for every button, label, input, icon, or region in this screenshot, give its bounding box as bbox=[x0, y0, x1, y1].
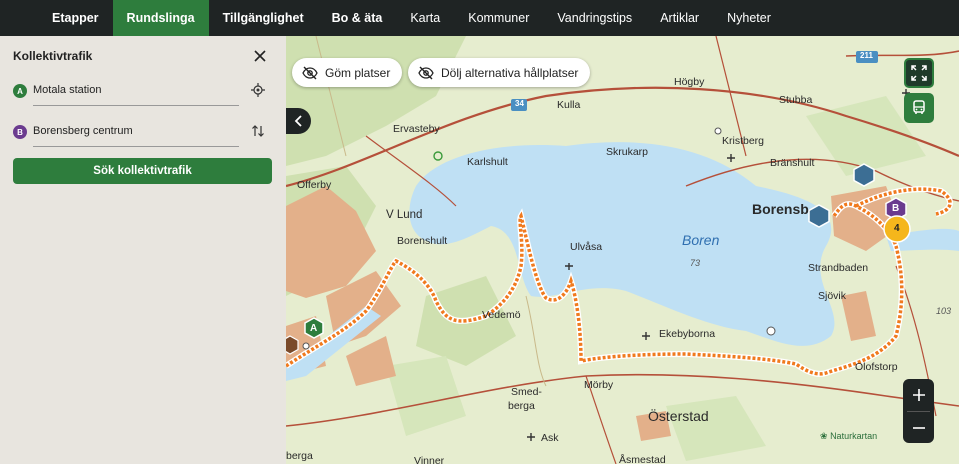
map-label: Ulvåsa bbox=[570, 241, 603, 253]
map-label: Kulla bbox=[557, 99, 581, 111]
map-label: Strandbaden bbox=[808, 262, 869, 274]
map-label: Åsmestad bbox=[619, 454, 666, 464]
expand-icon bbox=[911, 65, 927, 81]
map-label: Ask bbox=[541, 432, 559, 444]
bathing-marker-2 bbox=[853, 163, 875, 187]
nav-item-bo-ata[interactable]: Bo & äta bbox=[318, 0, 397, 36]
eye-off-icon bbox=[418, 66, 434, 79]
marker-a-label[interactable]: A bbox=[310, 323, 317, 334]
nav-item-tillganglighet[interactable]: Tillgänglighet bbox=[209, 0, 318, 36]
leaf-icon: ❀ bbox=[820, 431, 828, 441]
swap-icon[interactable] bbox=[251, 124, 265, 138]
panel-title: Kollektivtrafik bbox=[13, 49, 93, 63]
plus-icon bbox=[912, 388, 925, 401]
to-underline bbox=[33, 146, 239, 147]
map-label: Offerby bbox=[297, 179, 332, 191]
zoom-in-button[interactable] bbox=[903, 379, 934, 410]
map-label-depth: 73 bbox=[690, 258, 701, 268]
fullscreen-button[interactable] bbox=[904, 58, 934, 88]
map-label: Smed- bbox=[511, 386, 542, 398]
map-label-town: Borensb bbox=[752, 201, 809, 217]
map-label-town: Österstad bbox=[648, 408, 709, 424]
to-field[interactable]: B Borensberg centrum bbox=[13, 121, 271, 147]
nav-item-karta[interactable]: Karta bbox=[396, 0, 454, 36]
map-view[interactable]: Högby Stubba Kulla Ervasteby Kristberg K… bbox=[286, 36, 959, 464]
map-label: Olofstorp bbox=[855, 361, 898, 373]
nav-item-vandringstips[interactable]: Vandringstips bbox=[543, 0, 646, 36]
road-shield-label: 34 bbox=[515, 99, 524, 108]
hide-alt-stops-button[interactable]: Dölj alternativa hållplatser bbox=[408, 58, 591, 87]
map-label: Bränshult bbox=[770, 157, 815, 169]
crosshair-icon[interactable] bbox=[251, 83, 265, 97]
map-label: Stubba bbox=[779, 94, 813, 106]
nav-item-rundslinga[interactable]: Rundslinga bbox=[112, 0, 209, 36]
from-underline bbox=[33, 105, 239, 106]
transit-panel: Kollektivtrafik A Motala station B Boren… bbox=[0, 36, 286, 464]
map-label: Vinner bbox=[414, 455, 445, 464]
map-canvas bbox=[286, 36, 959, 464]
map-label: berga bbox=[508, 400, 535, 412]
zoom-control bbox=[903, 379, 934, 443]
nav-item-kommuner[interactable]: Kommuner bbox=[454, 0, 543, 36]
nav-item-nyheter[interactable]: Nyheter bbox=[713, 0, 785, 36]
map-label: Kristberg bbox=[722, 135, 765, 147]
cluster-count[interactable]: 4 bbox=[894, 223, 900, 234]
hide-places-button[interactable]: Göm platser bbox=[292, 58, 403, 87]
eye-off-icon bbox=[302, 66, 318, 79]
from-field[interactable]: A Motala station bbox=[13, 80, 271, 106]
map-label: Borenshult bbox=[397, 235, 448, 247]
map-label: Karlshult bbox=[467, 156, 508, 168]
nav-item-etapper[interactable]: Etapper bbox=[38, 0, 113, 36]
marker-a-badge: A bbox=[13, 84, 27, 98]
map-label: Ekebyborna bbox=[659, 328, 716, 340]
map-credit[interactable]: ❀ Naturkartan bbox=[820, 431, 877, 442]
transit-button[interactable] bbox=[904, 93, 934, 123]
bus-icon bbox=[913, 100, 925, 114]
hide-places-label: Göm platser bbox=[325, 65, 391, 80]
marker-b-label[interactable]: B bbox=[892, 203, 899, 214]
map-label-depth: 103 bbox=[936, 306, 952, 316]
to-input[interactable]: Borensberg centrum bbox=[33, 125, 133, 137]
chevron-left-icon bbox=[294, 115, 302, 127]
nav-item-artiklar[interactable]: Artiklar bbox=[646, 0, 713, 36]
from-input[interactable]: Motala station bbox=[33, 84, 101, 96]
map-label: Ervasteby bbox=[393, 123, 440, 135]
map-label: Högby bbox=[674, 76, 705, 88]
collapse-panel-button[interactable] bbox=[286, 108, 311, 134]
map-label-lake: Boren bbox=[682, 232, 720, 248]
map-label: Sjövik bbox=[818, 290, 847, 302]
zoom-out-button[interactable] bbox=[903, 412, 934, 443]
road-shield-label: 211 bbox=[860, 51, 873, 60]
close-icon[interactable] bbox=[252, 48, 268, 64]
map-label: Vedemö bbox=[482, 309, 521, 321]
minus-icon bbox=[912, 426, 925, 429]
top-nav: Etapper Rundslinga Tillgänglighet Bo & ä… bbox=[0, 0, 959, 36]
map-label: Skrukarp bbox=[606, 146, 649, 158]
hide-alt-stops-label: Dölj alternativa hållplatser bbox=[441, 65, 579, 80]
bathing-marker bbox=[808, 204, 830, 228]
search-transit-button[interactable]: Sök kollektivtrafik bbox=[13, 158, 272, 184]
map-label: Mörby bbox=[584, 379, 614, 391]
credit-label: Naturkartan bbox=[830, 431, 878, 441]
map-label: berga bbox=[286, 450, 313, 462]
map-label: V Lund bbox=[386, 209, 423, 221]
marker-b-badge: B bbox=[13, 125, 27, 139]
